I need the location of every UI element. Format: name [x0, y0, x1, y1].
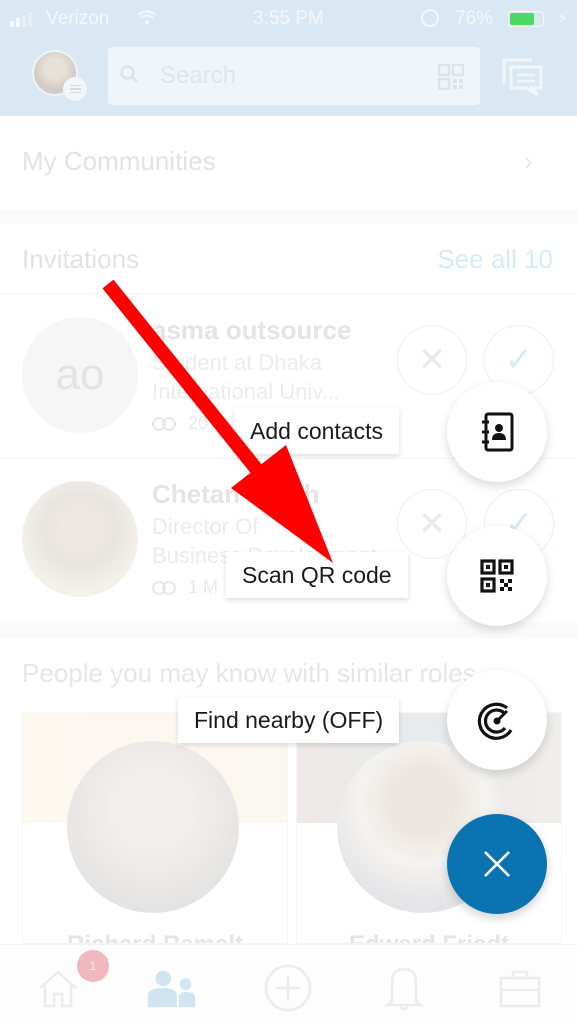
scan-qr-code-label[interactable]: Scan QR code: [226, 552, 408, 598]
invitation-headline-cont: International Univ...: [152, 379, 340, 404]
invitations-title: Invitations: [22, 244, 140, 274]
initials-avatar[interactable]: ao: [22, 317, 138, 433]
invitations-header: Invitations See all 10: [0, 224, 577, 294]
tab-post[interactable]: [260, 963, 316, 1013]
battery-icon: [508, 11, 544, 27]
see-all-invitations-link[interactable]: See all 10: [437, 244, 553, 275]
section-divider: [0, 210, 577, 224]
profile-photo-avatar[interactable]: [22, 481, 138, 597]
close-icon: [484, 851, 510, 877]
invitation-name[interactable]: Chetan Singh: [152, 479, 320, 510]
radar-icon: [477, 702, 513, 740]
scan-qr-code-button[interactable]: [447, 526, 547, 626]
battery-percent: 76%: [455, 8, 494, 29]
my-network-icon: [147, 970, 196, 1008]
chevron-right-icon: ›: [524, 146, 533, 176]
mutual-connections-icon: [152, 416, 178, 431]
pymk-title: People you may know with similar roles: [22, 658, 476, 688]
mutual-connections: 1 M: [152, 577, 218, 598]
search-bar[interactable]: [108, 47, 480, 105]
search-icon: [120, 65, 138, 83]
mutual-count: 1 M: [188, 577, 219, 597]
checkmark-icon: ✓: [504, 341, 534, 379]
qr-code-icon: [480, 559, 514, 593]
my-communities-label: My Communities: [22, 146, 216, 176]
menu-badge-icon: [63, 77, 87, 101]
mutual-connections-icon: [152, 580, 178, 595]
add-contacts-label[interactable]: Add contacts: [234, 408, 399, 454]
pymk-name[interactable]: Edward Friedt: [297, 931, 561, 943]
qr-code-icon[interactable]: [438, 64, 464, 90]
search-input[interactable]: [160, 59, 410, 93]
bell-icon: [384, 967, 424, 1011]
close-speed-dial-button[interactable]: [447, 814, 547, 914]
invitation-headline: Director Of: [152, 514, 259, 539]
top-bar: Verizon 3:55 PM 76% ⚡: [0, 0, 577, 116]
tab-notifications[interactable]: [376, 963, 432, 1013]
find-nearby-label[interactable]: Find nearby (OFF): [178, 697, 400, 743]
pymk-card[interactable]: Richard Ramelt: [22, 712, 288, 944]
add-contacts-button[interactable]: [447, 382, 547, 482]
rotation-lock-icon: [421, 9, 439, 27]
home-icon: [39, 970, 77, 1008]
close-icon: ✕: [417, 341, 447, 379]
my-communities-row[interactable]: My Communities ›: [0, 116, 577, 210]
ignore-invitation-button[interactable]: ✕: [397, 325, 467, 395]
profile-photo[interactable]: [67, 741, 239, 913]
invitation-headline: Student at Dhaka: [152, 350, 323, 375]
notification-badge: 1: [77, 950, 109, 982]
tab-my-network[interactable]: [144, 963, 200, 1013]
plus-circle-icon: [264, 964, 312, 1012]
status-bar: Verizon 3:55 PM 76% ⚡: [0, 0, 577, 38]
messaging-icon[interactable]: [502, 58, 544, 98]
mutual-connections: 20: [152, 413, 208, 434]
charging-icon: ⚡: [557, 10, 569, 27]
pymk-name[interactable]: Richard Ramelt: [23, 931, 287, 943]
find-nearby-button[interactable]: [447, 670, 547, 770]
invitation-name[interactable]: asma outsource: [152, 315, 351, 346]
mutual-count: 20: [188, 413, 209, 433]
tab-jobs[interactable]: [492, 963, 548, 1013]
close-icon: ✕: [417, 505, 447, 543]
briefcase-icon: [499, 970, 541, 1008]
address-book-icon: [482, 412, 514, 452]
